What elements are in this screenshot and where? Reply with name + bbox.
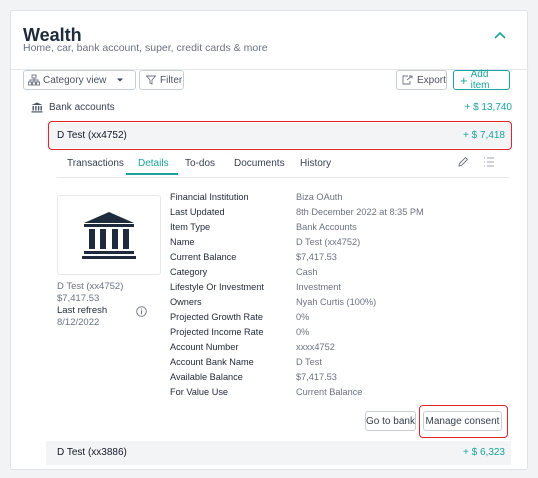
hierarchy-icon [28,74,40,86]
detail-value: xxxx4752 [296,342,335,352]
info-icon[interactable] [136,306,147,317]
list-icon[interactable] [483,156,495,168]
chevron-up-icon[interactable] [493,29,507,43]
detail-value: D Test (xx4752) [296,237,361,247]
go-to-bank-label: Go to bank [366,415,415,427]
last-refresh-label: Last refresh [57,305,108,316]
page-subtitle: Home, car, bank account, super, credit c… [23,42,268,54]
detail-value: 0% [296,312,310,322]
section-amount: + $ 13,740 [464,102,512,113]
detail-value: Bank Accounts [296,222,357,232]
edit-icon[interactable] [457,156,469,168]
tab-details[interactable]: Details [138,158,169,169]
detail-label: Category [170,267,208,277]
detail-value: $7,417.53 [296,372,337,382]
detail-value: Current Balance [296,387,363,397]
detail-value: Investment [296,282,341,292]
add-item-button[interactable]: + Add item [453,69,510,91]
bank-building-icon [82,212,136,259]
summary-name: D Test (xx4752) [57,281,124,292]
detail-value: Biza OAuth [296,192,343,202]
detail-label: Name [170,237,195,247]
detail-value: 0% [296,327,310,337]
filter-label: Filter [160,74,183,86]
category-view-label: Category view [43,74,107,86]
add-item-label: Add item [470,69,490,91]
detail-label: Projected Income Rate [170,327,264,337]
detail-value: 8th December 2022 at 8:35 PM [296,207,424,217]
detail-label: Financial Institution [170,192,249,202]
tab-documents[interactable]: Documents [234,158,285,169]
detail-label: Current Balance [170,252,237,262]
section-label: Bank accounts [49,102,115,113]
detail-value: $7,417.53 [296,252,337,262]
filter-button[interactable]: Filter [139,70,184,90]
detail-label: For Value Use [170,387,229,397]
detail-label: Lifestyle Or Investment [170,282,264,292]
account-icon-box [57,195,161,275]
go-to-bank-button[interactable]: Go to bank [365,411,416,431]
detail-value: Cash [296,267,318,277]
detail-label: Available Balance [170,372,243,382]
tab-history[interactable]: History [300,158,331,169]
last-refresh-date: 8/12/2022 [57,317,100,328]
detail-label: Last Updated [170,207,225,217]
wealth-card: Wealth Home, car, bank account, super, c… [10,10,529,470]
detail-label: Owners [170,297,202,307]
detail-value: D Test [296,357,322,367]
highlight-box [419,405,508,438]
tabs-divider [57,177,509,178]
summary-balance: $7,417.53 [57,293,100,304]
caret-down-icon [117,78,124,82]
bank-icon [31,102,43,113]
detail-label: Account Number [170,342,239,352]
detail-label: Item Type [170,222,211,232]
tab-transactions[interactable]: Transactions [67,158,124,169]
tab-to-dos[interactable]: To-dos [185,158,215,169]
active-tab-indicator [126,173,178,175]
detail-label: Projected Growth Rate [170,312,263,322]
detail-value: Nyah Curtis (100%) [296,297,377,307]
export-icon [402,75,413,85]
export-button[interactable]: Export [396,70,447,90]
category-view-dropdown[interactable]: Category view [23,70,136,90]
plus-icon: + [460,72,468,88]
highlight-box [48,121,512,150]
export-label: Export [417,74,446,86]
account-name: D Test (xx3886) [57,447,127,458]
account-amount: + $ 6,323 [463,447,505,458]
filter-icon [146,75,156,85]
detail-label: Account Bank Name [170,357,254,367]
